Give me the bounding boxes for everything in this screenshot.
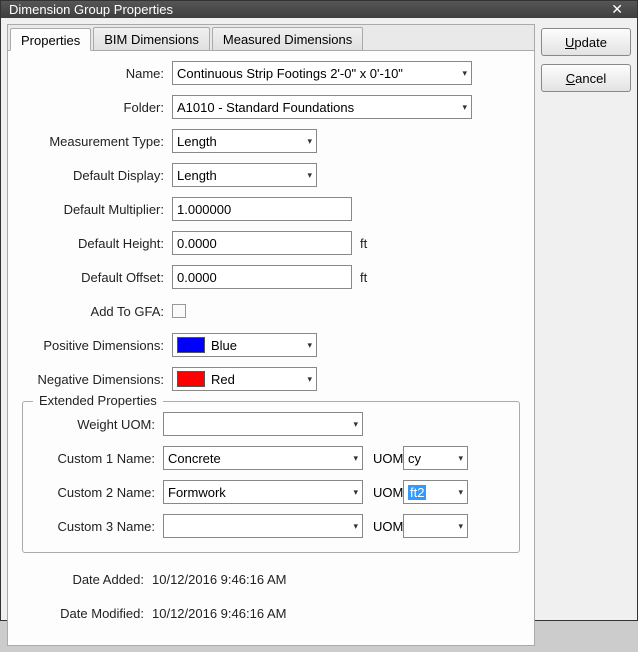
custom2-uom-value: ft2	[408, 485, 426, 500]
extended-properties-group: Extended Properties Weight UOM: ▾ Custom…	[22, 401, 520, 553]
side-panel: Update Cancel	[541, 24, 631, 646]
label-date-added: Date Added:	[22, 572, 152, 587]
label-uom: UOM:	[363, 451, 403, 466]
tab-label: Measured Dimensions	[223, 32, 352, 47]
label-name: Name:	[22, 66, 172, 81]
label-weight-uom: Weight UOM:	[31, 417, 163, 432]
custom2-name-combo[interactable]: Formwork ▾	[163, 480, 363, 504]
custom3-name-combo[interactable]: ▾	[163, 514, 363, 538]
weight-uom-combo[interactable]: ▾	[163, 412, 363, 436]
titlebar: Dimension Group Properties ✕	[1, 1, 637, 18]
chevron-down-icon: ▾	[349, 453, 358, 464]
label-uom: UOM:	[363, 519, 403, 534]
custom1-name-combo[interactable]: Concrete ▾	[163, 446, 363, 470]
chevron-down-icon: ▾	[303, 374, 312, 385]
default-multiplier-field[interactable]	[177, 202, 347, 217]
chevron-down-icon: ▾	[303, 136, 312, 147]
tab-strip: Properties BIM Dimensions Measured Dimen…	[8, 25, 534, 51]
cancel-button[interactable]: Cancel	[541, 64, 631, 92]
default-display-value: Length	[177, 168, 217, 183]
dialog-window: Dimension Group Properties ✕ Properties …	[0, 0, 638, 621]
add-to-gfa-checkbox[interactable]	[172, 304, 186, 318]
extended-properties-legend: Extended Properties	[33, 393, 163, 408]
chevron-down-icon: ▾	[349, 419, 358, 430]
label-default-height: Default Height:	[22, 236, 172, 251]
label-uom: UOM:	[363, 485, 403, 500]
default-multiplier-input[interactable]	[172, 197, 352, 221]
default-offset-field[interactable]	[177, 270, 347, 285]
chevron-down-icon: ▾	[349, 487, 358, 498]
window-title: Dimension Group Properties	[9, 2, 173, 17]
label-add-to-gfa: Add To GFA:	[22, 304, 172, 319]
folder-value: A1010 - Standard Foundations	[177, 100, 354, 115]
label-default-multiplier: Default Multiplier:	[22, 202, 172, 217]
unit-ft: ft	[352, 270, 367, 285]
custom1-uom-value: cy	[408, 451, 421, 466]
dialog-body: Properties BIM Dimensions Measured Dimen…	[1, 18, 637, 652]
tab-bim-dimensions[interactable]: BIM Dimensions	[93, 27, 210, 50]
button-label: Cancel	[566, 71, 606, 86]
label-measurement-type: Measurement Type:	[22, 134, 172, 149]
name-value: Continuous Strip Footings 2'-0" x 0'-10"	[177, 66, 403, 81]
positive-dimensions-combo[interactable]: Blue ▾	[172, 333, 317, 357]
label-default-offset: Default Offset:	[22, 270, 172, 285]
update-button[interactable]: Update	[541, 28, 631, 56]
custom2-name-value: Formwork	[168, 485, 226, 500]
chevron-down-icon: ▾	[454, 453, 463, 464]
label-custom2-name: Custom 2 Name:	[31, 485, 163, 500]
tab-label: Properties	[21, 33, 80, 48]
date-added-value: 10/12/2016 9:46:16 AM	[152, 572, 286, 587]
custom3-uom-combo[interactable]: ▾	[403, 514, 468, 538]
default-display-combo[interactable]: Length ▾	[172, 163, 317, 187]
main-panel: Properties BIM Dimensions Measured Dimen…	[7, 24, 535, 646]
color-swatch-red	[177, 371, 205, 387]
chevron-down-icon: ▾	[349, 521, 358, 532]
label-custom3-name: Custom 3 Name:	[31, 519, 163, 534]
measurement-type-combo[interactable]: Length ▾	[172, 129, 317, 153]
negative-dimensions-value: Red	[211, 372, 235, 387]
folder-combo[interactable]: A1010 - Standard Foundations ▾	[172, 95, 472, 119]
label-positive-dimensions: Positive Dimensions:	[22, 338, 172, 353]
chevron-down-icon: ▾	[303, 170, 312, 181]
button-label: Update	[565, 35, 607, 50]
tab-properties[interactable]: Properties	[10, 28, 91, 51]
default-offset-input[interactable]	[172, 265, 352, 289]
tab-label: BIM Dimensions	[104, 32, 199, 47]
color-swatch-blue	[177, 337, 205, 353]
chevron-down-icon: ▾	[454, 487, 463, 498]
chevron-down-icon: ▾	[458, 68, 467, 79]
negative-dimensions-combo[interactable]: Red ▾	[172, 367, 317, 391]
measurement-type-value: Length	[177, 134, 217, 149]
color-option: Blue	[177, 337, 237, 353]
custom2-uom-combo[interactable]: ft2 ▾	[403, 480, 468, 504]
positive-dimensions-value: Blue	[211, 338, 237, 353]
chevron-down-icon: ▾	[454, 521, 463, 532]
chevron-down-icon: ▾	[458, 102, 467, 113]
date-modified-value: 10/12/2016 9:46:16 AM	[152, 606, 286, 621]
default-height-field[interactable]	[177, 236, 347, 251]
custom1-uom-combo[interactable]: cy ▾	[403, 446, 468, 470]
close-icon[interactable]: ✕	[605, 1, 629, 18]
label-default-display: Default Display:	[22, 168, 172, 183]
default-height-input[interactable]	[172, 231, 352, 255]
form-area: Name: Continuous Strip Footings 2'-0" x …	[8, 51, 534, 645]
label-negative-dimensions: Negative Dimensions:	[22, 372, 172, 387]
unit-ft: ft	[352, 236, 367, 251]
label-folder: Folder:	[22, 100, 172, 115]
color-option: Red	[177, 371, 235, 387]
tab-measured-dimensions[interactable]: Measured Dimensions	[212, 27, 363, 50]
label-custom1-name: Custom 1 Name:	[31, 451, 163, 466]
custom1-name-value: Concrete	[168, 451, 221, 466]
label-date-modified: Date Modified:	[22, 606, 152, 621]
chevron-down-icon: ▾	[303, 340, 312, 351]
name-combo[interactable]: Continuous Strip Footings 2'-0" x 0'-10"…	[172, 61, 472, 85]
